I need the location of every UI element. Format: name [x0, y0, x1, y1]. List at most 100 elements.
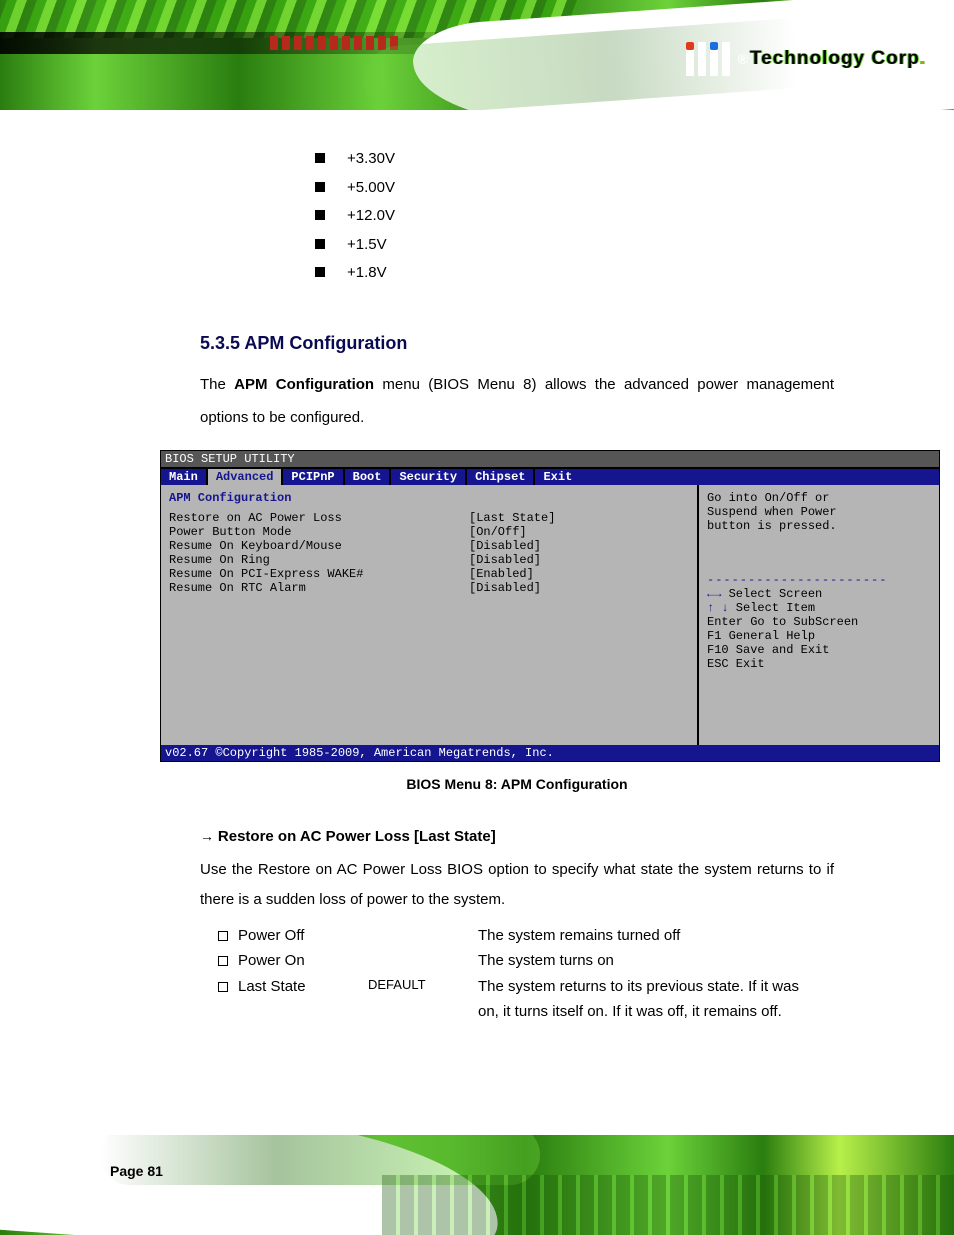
- voltage-value: +12.0V: [347, 207, 395, 224]
- bios-row[interactable]: Power Button Mode[On/Off]: [169, 525, 689, 539]
- option-row: Last State DEFAULT The system returns to…: [200, 974, 834, 1025]
- bios-row-label: Resume On PCI-Express WAKE#: [169, 567, 469, 581]
- page-info: Page 81: [110, 1163, 163, 1179]
- figure-caption: BIOS Menu 8: APM Configuration: [200, 776, 834, 792]
- bios-row-label: Resume On Ring: [169, 553, 469, 567]
- para-bold: APM Configuration: [234, 376, 374, 393]
- page-number: 81: [147, 1163, 163, 1179]
- bios-nav-text: Select Item: [729, 601, 815, 615]
- bios-tab-boot[interactable]: Boot: [345, 469, 392, 485]
- bios-nav-key: F1: [707, 629, 721, 643]
- option-value: Power Off: [238, 923, 368, 949]
- registered-mark: ®: [738, 51, 748, 67]
- bios-nav-row: F10 Save and Exit: [707, 643, 931, 657]
- option-desc: The system returns to its previous state…: [478, 974, 818, 1025]
- bios-screenshot: BIOS SETUP UTILITY Main Advanced PCIPnP …: [160, 450, 940, 762]
- option-value: Last State: [238, 974, 368, 1025]
- brand-area: ® Technology Corp .: [686, 42, 926, 76]
- bios-nav-key: F10: [707, 643, 729, 657]
- bios-row[interactable]: Resume On Keyboard/Mouse[Disabled]: [169, 539, 689, 553]
- section-paragraph: The APM Configuration menu (BIOS Menu 8)…: [200, 368, 834, 434]
- bios-nav-row: ←→ Select Screen: [707, 587, 931, 601]
- square-bullet-icon: [315, 210, 325, 220]
- bios-nav-row: F1 General Help: [707, 629, 931, 643]
- arrow-right-icon: →: [200, 828, 218, 844]
- brand-name: Technology Corp: [750, 48, 920, 70]
- bios-row[interactable]: Restore on AC Power Loss[Last State]: [169, 511, 689, 525]
- banner-red-dots: [270, 36, 400, 50]
- voltage-value: +3.30V: [347, 150, 395, 167]
- option-bullet-icon: [200, 948, 238, 974]
- option-default: DEFAULT: [368, 974, 478, 1025]
- bios-nav-text: Select Screen: [721, 587, 822, 601]
- para-text: The: [200, 376, 234, 393]
- voltage-item: +12.0V: [315, 202, 834, 231]
- bios-row[interactable]: Resume On Ring[Disabled]: [169, 553, 689, 567]
- bios-tab-security[interactable]: Security: [391, 469, 467, 485]
- bios-title: BIOS SETUP UTILITY: [161, 451, 939, 469]
- voltage-value: +1.8V: [347, 264, 387, 281]
- bios-row[interactable]: Resume On PCI-Express WAKE#[Enabled]: [169, 567, 689, 581]
- iei-logo-icon: [686, 42, 730, 76]
- voltage-item: +5.00V: [315, 174, 834, 203]
- voltage-item: +1.5V: [315, 231, 834, 260]
- option-heading-text: Restore on AC Power Loss [Last State]: [218, 828, 496, 845]
- bios-row-value: [On/Off]: [469, 525, 527, 539]
- option-desc: The system turns on: [478, 948, 614, 974]
- option-default: [368, 948, 478, 974]
- option-paragraph: Use the Restore on AC Power Loss BIOS op…: [200, 855, 834, 915]
- bios-row-label: Restore on AC Power Loss: [169, 511, 469, 525]
- option-row: Power Off The system remains turned off: [200, 923, 834, 949]
- top-banner: ® Technology Corp .: [0, 0, 954, 110]
- option-bullet-icon: [200, 974, 238, 1025]
- bios-section-header: APM Configuration: [169, 491, 689, 505]
- square-bullet-icon: [315, 267, 325, 277]
- page-label: Page: [110, 1163, 147, 1179]
- brand-dot: .: [920, 48, 926, 70]
- bottom-banner: PICOe-PV-D4251/N4551/D5251 Page 81: [0, 1135, 954, 1235]
- bios-tab-advanced[interactable]: Advanced: [208, 469, 284, 485]
- bios-tab-row: Main Advanced PCIPnP Boot Security Chips…: [161, 469, 939, 485]
- bios-nav-help: ←→ Select Screen ↑ ↓ Select Item Enter G…: [707, 587, 931, 671]
- bios-row-value: [Enabled]: [469, 567, 534, 581]
- bios-nav-key: Enter: [707, 615, 743, 629]
- bios-body: APM Configuration Restore on AC Power Lo…: [161, 485, 939, 745]
- square-bullet-icon: [315, 239, 325, 249]
- bios-tab-exit[interactable]: Exit: [535, 469, 580, 485]
- bios-row[interactable]: Resume On RTC Alarm[Disabled]: [169, 581, 689, 595]
- voltage-value: +5.00V: [347, 179, 395, 196]
- bios-nav-row: Enter Go to SubScreen: [707, 615, 931, 629]
- option-table: Power Off The system remains turned off …: [200, 923, 834, 1025]
- bios-row-value: [Last State]: [469, 511, 555, 525]
- voltage-value: +1.5V: [347, 236, 387, 253]
- bios-separator: ----------------------: [707, 573, 931, 587]
- arrows-lr-icon: ←→: [707, 587, 721, 601]
- option-desc: The system remains turned off: [478, 923, 680, 949]
- option-bullet-icon: [200, 923, 238, 949]
- voltage-item: +3.30V: [315, 145, 834, 174]
- bios-tab-chipset[interactable]: Chipset: [467, 469, 535, 485]
- bios-nav-row: ↑ ↓ Select Item: [707, 601, 931, 615]
- bios-right-pane: Go into On/Off or Suspend when Power but…: [699, 485, 939, 745]
- square-bullet-icon: [315, 153, 325, 163]
- bios-tab-pcipnp[interactable]: PCIPnP: [283, 469, 344, 485]
- page-content: +3.30V +5.00V +12.0V +1.5V +1.8V 5.3.5 A…: [0, 110, 954, 1025]
- voltage-item: +1.8V: [315, 259, 834, 288]
- bios-help-line: button is pressed.: [707, 519, 931, 533]
- bios-row-value: [Disabled]: [469, 539, 541, 553]
- bios-row-label: Power Button Mode: [169, 525, 469, 539]
- bios-row-value: [Disabled]: [469, 553, 541, 567]
- bios-nav-key: ESC: [707, 657, 729, 671]
- bios-nav-text: Save and Exit: [729, 643, 830, 657]
- bios-row-label: Resume On RTC Alarm: [169, 581, 469, 595]
- option-default: [368, 923, 478, 949]
- option-heading: → Restore on AC Power Loss [Last State]: [200, 828, 834, 845]
- option-value: Power On: [238, 948, 368, 974]
- bios-nav-row: ESC Exit: [707, 657, 931, 671]
- bios-footer: v02.67 ©Copyright 1985-2009, American Me…: [161, 745, 939, 761]
- square-bullet-icon: [315, 182, 325, 192]
- bios-tab-main[interactable]: Main: [161, 469, 208, 485]
- arrows-ud-icon: ↑ ↓: [707, 601, 729, 615]
- bios-nav-text: Exit: [729, 657, 765, 671]
- bios-help-line: Suspend when Power: [707, 505, 931, 519]
